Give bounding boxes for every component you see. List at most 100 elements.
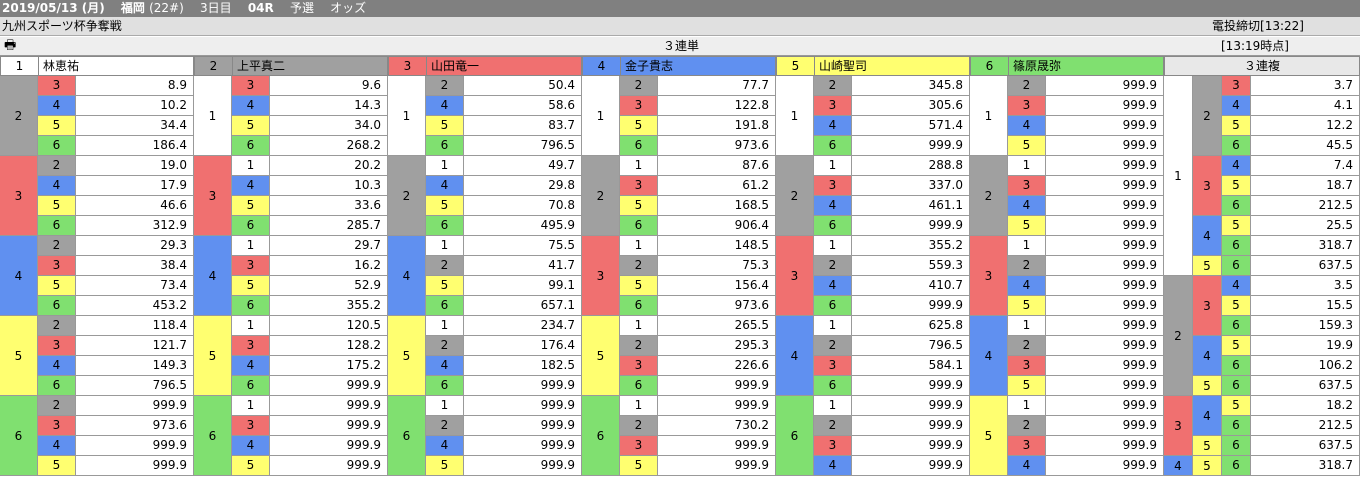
odds-value[interactable]: 312.9 bbox=[76, 216, 194, 236]
trio-odds-value[interactable]: 25.5 bbox=[1251, 216, 1360, 236]
odds-value[interactable]: 29.3 bbox=[76, 236, 194, 256]
odds-value[interactable]: 999.9 bbox=[270, 376, 388, 396]
odds-value[interactable]: 288.8 bbox=[852, 156, 970, 176]
trio-odds-value[interactable]: 3.7 bbox=[1251, 76, 1360, 96]
odds-value[interactable]: 973.6 bbox=[658, 296, 776, 316]
trio-odds-value[interactable]: 159.3 bbox=[1251, 316, 1360, 336]
odds-value[interactable]: 41.7 bbox=[464, 256, 582, 276]
odds-value[interactable]: 34.0 bbox=[270, 116, 388, 136]
odds-value[interactable]: 999.9 bbox=[270, 396, 388, 416]
odds-value[interactable]: 49.7 bbox=[464, 156, 582, 176]
odds-value[interactable]: 999.9 bbox=[852, 436, 970, 456]
odds-value[interactable]: 559.3 bbox=[852, 256, 970, 276]
odds-value[interactable]: 999.9 bbox=[1046, 236, 1164, 256]
trio-odds-value[interactable]: 15.5 bbox=[1251, 296, 1360, 316]
odds-value[interactable]: 29.8 bbox=[464, 176, 582, 196]
odds-value[interactable]: 999.9 bbox=[1046, 336, 1164, 356]
odds-value[interactable]: 461.1 bbox=[852, 196, 970, 216]
trio-odds-value[interactable]: 4.1 bbox=[1251, 96, 1360, 116]
odds-value[interactable]: 999.9 bbox=[1046, 456, 1164, 476]
trio-odds-value[interactable]: 7.4 bbox=[1251, 156, 1360, 176]
odds-value[interactable]: 999.9 bbox=[1046, 196, 1164, 216]
odds-value[interactable]: 128.2 bbox=[270, 336, 388, 356]
trio-odds-value[interactable]: 45.5 bbox=[1251, 136, 1360, 156]
odds-value[interactable]: 999.9 bbox=[1046, 276, 1164, 296]
odds-value[interactable]: 410.7 bbox=[852, 276, 970, 296]
odds-value[interactable]: 999.9 bbox=[464, 436, 582, 456]
odds-value[interactable]: 999.9 bbox=[852, 376, 970, 396]
odds-value[interactable]: 19.0 bbox=[76, 156, 194, 176]
odds-value[interactable]: 33.6 bbox=[270, 196, 388, 216]
odds-value[interactable]: 495.9 bbox=[464, 216, 582, 236]
odds-value[interactable]: 999.9 bbox=[270, 456, 388, 476]
odds-value[interactable]: 999.9 bbox=[464, 396, 582, 416]
trio-odds-value[interactable]: 637.5 bbox=[1251, 436, 1360, 456]
odds-value[interactable]: 999.9 bbox=[1046, 76, 1164, 96]
odds-value[interactable]: 175.2 bbox=[270, 356, 388, 376]
odds-value[interactable]: 355.2 bbox=[270, 296, 388, 316]
odds-value[interactable]: 730.2 bbox=[658, 416, 776, 436]
odds-value[interactable]: 156.4 bbox=[658, 276, 776, 296]
odds-value[interactable]: 265.5 bbox=[658, 316, 776, 336]
odds-value[interactable]: 999.9 bbox=[658, 456, 776, 476]
odds-value[interactable]: 285.7 bbox=[270, 216, 388, 236]
odds-value[interactable]: 999.9 bbox=[1046, 416, 1164, 436]
odds-value[interactable]: 973.6 bbox=[658, 136, 776, 156]
odds-value[interactable]: 999.9 bbox=[1046, 436, 1164, 456]
odds-value[interactable]: 50.4 bbox=[464, 76, 582, 96]
printer-icon[interactable]: 🖶 bbox=[4, 38, 20, 54]
odds-value[interactable]: 176.4 bbox=[464, 336, 582, 356]
odds-value[interactable]: 122.8 bbox=[658, 96, 776, 116]
odds-value[interactable]: 20.2 bbox=[270, 156, 388, 176]
odds-value[interactable]: 999.9 bbox=[852, 396, 970, 416]
odds-value[interactable]: 999.9 bbox=[270, 416, 388, 436]
odds-value[interactable]: 186.4 bbox=[76, 136, 194, 156]
odds-value[interactable]: 8.9 bbox=[76, 76, 194, 96]
odds-value[interactable]: 46.6 bbox=[76, 196, 194, 216]
odds-value[interactable]: 999.9 bbox=[658, 436, 776, 456]
odds-value[interactable]: 70.8 bbox=[464, 196, 582, 216]
odds-value[interactable]: 83.7 bbox=[464, 116, 582, 136]
odds-value[interactable]: 99.1 bbox=[464, 276, 582, 296]
trio-odds-value[interactable]: 3.5 bbox=[1251, 276, 1360, 296]
odds-value[interactable]: 657.1 bbox=[464, 296, 582, 316]
odds-value[interactable]: 38.4 bbox=[76, 256, 194, 276]
odds-value[interactable]: 999.9 bbox=[658, 376, 776, 396]
odds-value[interactable]: 337.0 bbox=[852, 176, 970, 196]
odds-value[interactable]: 268.2 bbox=[270, 136, 388, 156]
odds-value[interactable]: 234.7 bbox=[464, 316, 582, 336]
odds-value[interactable]: 149.3 bbox=[76, 356, 194, 376]
odds-value[interactable]: 999.9 bbox=[76, 396, 194, 416]
odds-value[interactable]: 10.3 bbox=[270, 176, 388, 196]
trio-odds-value[interactable]: 18.2 bbox=[1251, 396, 1360, 416]
odds-value[interactable]: 73.4 bbox=[76, 276, 194, 296]
odds-value[interactable]: 345.8 bbox=[852, 76, 970, 96]
odds-value[interactable]: 999.9 bbox=[1046, 156, 1164, 176]
odds-value[interactable]: 571.4 bbox=[852, 116, 970, 136]
trio-odds-value[interactable]: 318.7 bbox=[1251, 456, 1360, 476]
odds-value[interactable]: 999.9 bbox=[852, 296, 970, 316]
odds-value[interactable]: 14.3 bbox=[270, 96, 388, 116]
trio-odds-value[interactable]: 637.5 bbox=[1251, 376, 1360, 396]
trio-odds-value[interactable]: 19.9 bbox=[1251, 336, 1360, 356]
odds-value[interactable]: 10.2 bbox=[76, 96, 194, 116]
odds-value[interactable]: 355.2 bbox=[852, 236, 970, 256]
odds-value[interactable]: 999.9 bbox=[76, 456, 194, 476]
odds-value[interactable]: 75.5 bbox=[464, 236, 582, 256]
odds-value[interactable]: 58.6 bbox=[464, 96, 582, 116]
odds-value[interactable]: 999.9 bbox=[464, 416, 582, 436]
odds-value[interactable]: 796.5 bbox=[852, 336, 970, 356]
odds-value[interactable]: 118.4 bbox=[76, 316, 194, 336]
odds-value[interactable]: 16.2 bbox=[270, 256, 388, 276]
trio-odds-value[interactable]: 637.5 bbox=[1251, 256, 1360, 276]
odds-value[interactable]: 191.8 bbox=[658, 116, 776, 136]
odds-value[interactable]: 796.5 bbox=[464, 136, 582, 156]
trio-odds-value[interactable]: 212.5 bbox=[1251, 416, 1360, 436]
odds-value[interactable]: 999.9 bbox=[1046, 176, 1164, 196]
odds-value[interactable]: 999.9 bbox=[1046, 116, 1164, 136]
trio-odds-value[interactable]: 12.2 bbox=[1251, 116, 1360, 136]
odds-value[interactable]: 77.7 bbox=[658, 76, 776, 96]
odds-value[interactable]: 999.9 bbox=[1046, 316, 1164, 336]
odds-value[interactable]: 52.9 bbox=[270, 276, 388, 296]
odds-value[interactable]: 305.6 bbox=[852, 96, 970, 116]
